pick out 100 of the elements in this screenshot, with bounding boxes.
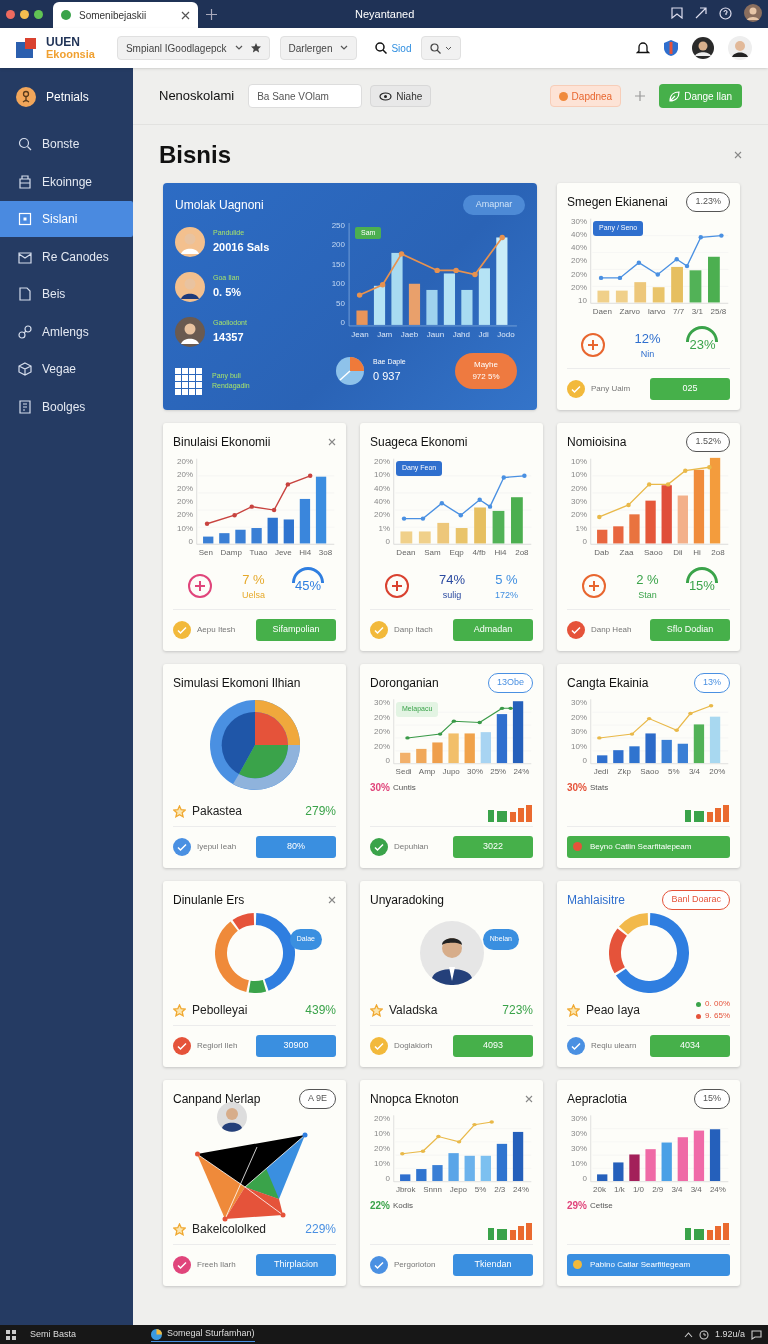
search-icon — [430, 42, 442, 54]
chart-bar — [661, 739, 672, 764]
axis-tick-label: 20% — [177, 483, 193, 493]
action-button[interactable]: Thirplacion — [256, 1253, 336, 1276]
notification-icon[interactable] — [751, 1329, 762, 1340]
chart-bar — [299, 498, 311, 544]
action-button[interactable]: 30900 — [256, 1034, 336, 1057]
action-button[interactable]: Sifampolian — [256, 618, 336, 641]
stat-label: Uelsa — [241, 589, 265, 602]
browser-tab[interactable]: Somenibejaskii — [53, 2, 198, 28]
new-tab-icon[interactable] — [206, 8, 217, 20]
action-button[interactable]: 4034 — [650, 1034, 730, 1057]
sidebar-item[interactable]: Sislani — [0, 201, 133, 237]
action-button[interactable]: Sflo Dodian — [650, 618, 730, 641]
sidebar-item[interactable]: Boolges — [0, 388, 133, 425]
secondary-button[interactable]: Dapdnea — [549, 85, 622, 107]
axis-tick-label: 0 — [582, 536, 587, 546]
help-icon[interactable] — [719, 6, 732, 20]
dropdown[interactable]: Smpianl IGoodlagepck — [116, 36, 270, 60]
stat-value: 45% — [294, 577, 321, 596]
sidebar-item[interactable]: Beis — [0, 276, 133, 312]
avatar-icon[interactable] — [728, 36, 752, 60]
chart-bar — [634, 282, 647, 303]
stat-value: 74% — [438, 570, 465, 589]
avatar-icon — [175, 316, 205, 347]
card-title: Nnopca Eknoton — [370, 1091, 459, 1108]
chevron-up-icon[interactable] — [683, 1331, 693, 1338]
highlight-badge: Mayhe 972 5% — [455, 352, 517, 389]
search-button[interactable]: Siod — [375, 40, 412, 56]
action-button[interactable]: 025 — [650, 377, 730, 400]
bell-icon[interactable] — [636, 41, 650, 55]
legend-value: 723% — [502, 1002, 533, 1019]
axis-tick-label: 20% — [571, 256, 587, 266]
filter-button[interactable]: Niahe — [370, 85, 432, 107]
chart-bar — [708, 256, 720, 303]
action-button[interactable]: Tkiendan — [453, 1253, 533, 1276]
shield-icon[interactable] — [664, 40, 678, 56]
clock-icon[interactable] — [698, 1329, 709, 1340]
action-button[interactable]: 3022 — [453, 835, 533, 858]
star-icon — [173, 804, 186, 818]
legend-value: 279% — [305, 803, 336, 820]
action-button[interactable]: Admadan — [453, 618, 533, 641]
start-label[interactable]: Semi Basta — [30, 1327, 145, 1342]
sidebar-item[interactable]: Ekoinnge — [0, 163, 133, 200]
card-title: Dinulanle Ers — [173, 892, 245, 909]
logo-text: UUEN — [46, 36, 81, 48]
sidebar-item[interactable]: Vegae — [0, 351, 133, 387]
footer-label: Iyepul Ieah — [197, 840, 238, 853]
chart-bar — [251, 528, 262, 544]
action-button[interactable]: 4093 — [453, 1034, 533, 1057]
axis-category-label: 25/8 — [710, 307, 727, 316]
card-title: Suageca Ekonomi — [370, 434, 468, 451]
close-icon[interactable] — [181, 10, 190, 20]
window-dot-icon[interactable] — [6, 9, 15, 19]
close-icon[interactable] — [734, 151, 742, 159]
axis-tick-label: 30% — [374, 698, 390, 707]
axis-category-label: Jbrok — [395, 1185, 416, 1194]
action-button[interactable]: 80% — [256, 835, 336, 858]
axis-tick-label: 30% — [571, 1144, 587, 1153]
profile-item[interactable]: Petnials — [0, 84, 133, 110]
axis-tick-label: 1% — [575, 523, 587, 533]
square-icon — [18, 212, 32, 226]
caption-label: Cuntis — [393, 781, 416, 794]
axis-tick-label: 10% — [374, 1129, 390, 1138]
chart-bar — [283, 519, 294, 544]
card-title: Smegen Ekianenai — [567, 194, 668, 211]
close-icon[interactable] — [328, 438, 336, 446]
primary-button[interactable]: Dange llan — [659, 84, 742, 108]
chart-bar — [464, 733, 475, 764]
chart-bar — [597, 1174, 608, 1181]
sidebar-item[interactable]: Amlengs — [0, 313, 133, 350]
close-icon[interactable] — [525, 1095, 533, 1103]
axis-category-label: 3o8 — [318, 548, 333, 557]
axis-tick-label: 20% — [374, 741, 390, 751]
start-grid-icon[interactable] — [6, 1329, 16, 1340]
send-icon[interactable] — [695, 7, 707, 19]
sidebar-item[interactable]: Re Canodes — [0, 238, 133, 275]
bookmark-icon[interactable] — [671, 7, 683, 19]
dropdown[interactable]: Darlergen — [279, 36, 358, 60]
badge: 13% — [694, 673, 730, 693]
window-dot-icon[interactable] — [34, 9, 43, 19]
window-dot-icon[interactable] — [20, 9, 29, 19]
axis-category-label: Iarvo — [647, 307, 666, 316]
axis-tick-label: 0 — [582, 756, 587, 765]
close-icon[interactable] — [328, 896, 336, 904]
axis-category-label: Dab — [594, 548, 609, 557]
chart-bar — [597, 290, 610, 303]
avatar-icon[interactable] — [744, 4, 762, 22]
axis-category-label: 2o8 — [711, 548, 725, 557]
search-field[interactable]: Ba Sane VOlam — [248, 84, 363, 108]
axis-tick-label: 10% — [571, 470, 587, 480]
sidebar-item[interactable]: Bonste — [0, 126, 133, 162]
axis-tick-label: 20% — [374, 727, 390, 736]
search-dropdown[interactable] — [421, 36, 462, 60]
action-button[interactable]: Beyno Catlin Searfitalepeam — [567, 835, 730, 858]
axis-category-label: Jupo — [442, 767, 460, 776]
taskbar-app[interactable]: Somegal Sturfamhan) — [151, 1327, 255, 1342]
star-icon — [567, 1003, 580, 1017]
action-button[interactable]: Pabino Catlar Searfitlegeam — [567, 1253, 730, 1276]
avatar-icon[interactable] — [692, 37, 714, 59]
